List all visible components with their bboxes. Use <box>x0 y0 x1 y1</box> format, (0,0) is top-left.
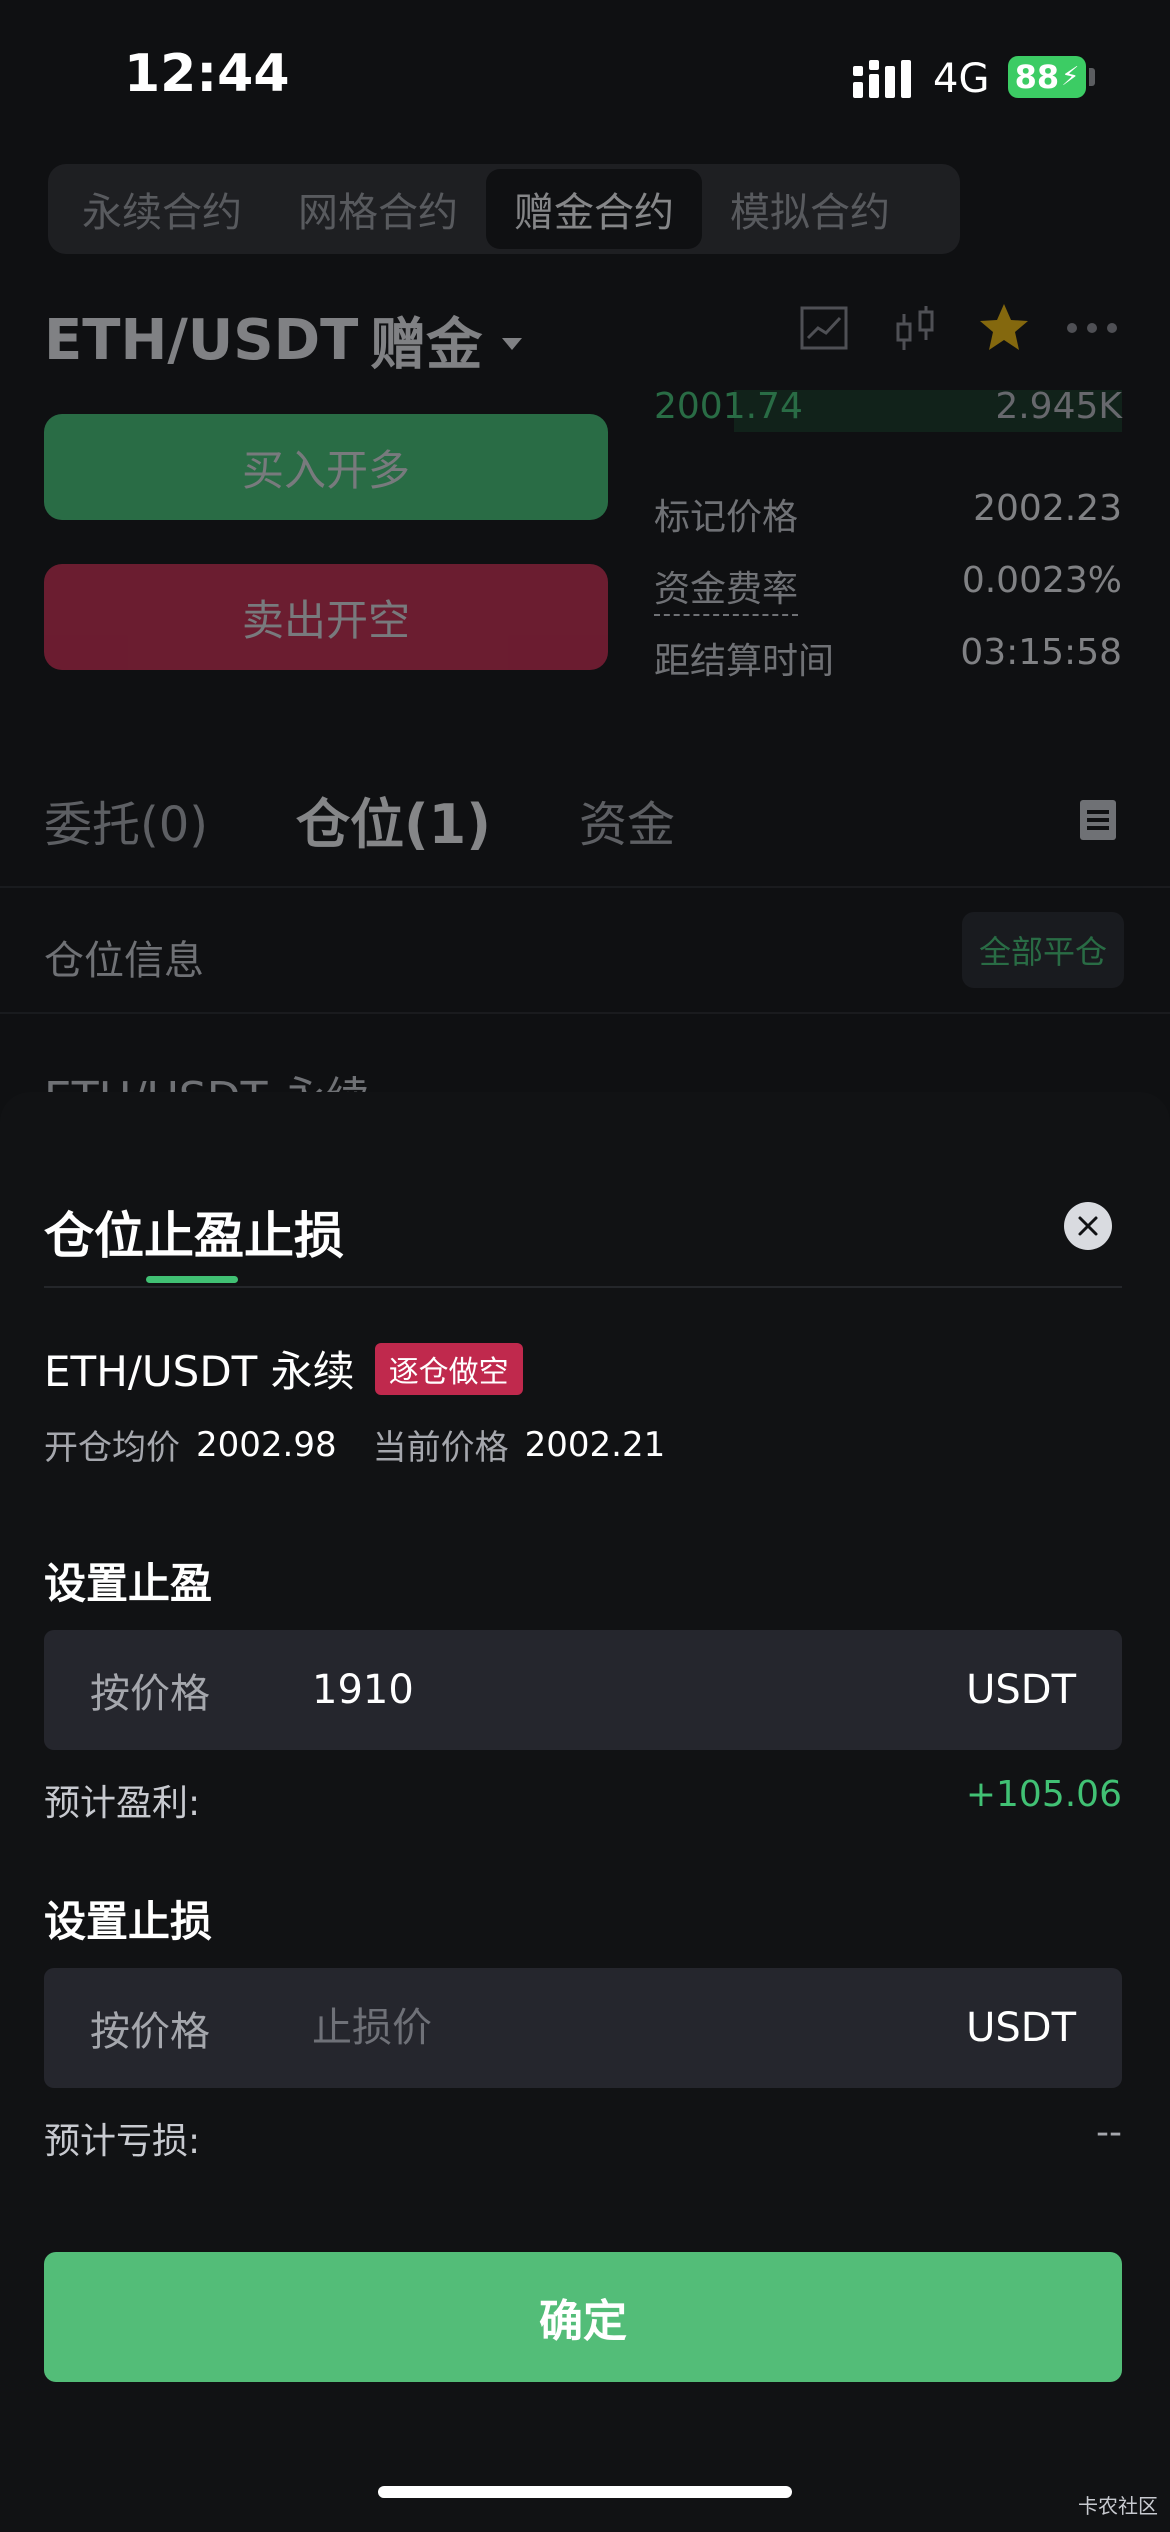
take-profit-mode[interactable]: 按价格 <box>90 1661 310 1719</box>
mode-tab-demo[interactable]: 模拟合约 <box>702 169 918 249</box>
estimated-loss-value: -- <box>1096 2112 1122 2153</box>
section-divider <box>0 886 1170 888</box>
close-all-button[interactable]: 全部平仓 <box>962 912 1124 988</box>
network-type: 4G <box>933 56 990 102</box>
document-icon[interactable] <box>1078 798 1118 842</box>
buy-long-button[interactable]: 买入开多 <box>44 414 608 520</box>
position-header: ETH/USDT 永续 逐仓做空 <box>44 1338 523 1399</box>
take-profit-title: 设置止盈 <box>44 1559 213 1608</box>
section-divider <box>0 1012 1170 1014</box>
orderbook-amount: 2.945K <box>995 386 1122 427</box>
battery-level: 88 <box>1014 58 1060 96</box>
stat-label: 距结算时间 <box>654 641 835 682</box>
background-app: 永续合约 网格合约 赠金合约 模拟合约 ETH/USDT 赠金 买入开多 卖出开… <box>0 150 1170 1124</box>
favorite-star-icon[interactable] <box>976 300 1032 356</box>
confirm-button[interactable]: 确定 <box>44 2252 1122 2382</box>
position-name: ETH/USDT 永续 <box>44 1347 355 1396</box>
tab-assets[interactable]: 资金 <box>579 785 675 855</box>
mode-tab-perpetual[interactable]: 永续合约 <box>54 169 270 249</box>
status-time: 12:44 <box>124 44 290 104</box>
stop-loss-price-input[interactable] <box>310 2004 967 2052</box>
close-button[interactable] <box>1064 1202 1112 1250</box>
mode-tab-grid[interactable]: 网格合约 <box>270 169 486 249</box>
stat-value: 0.0023% <box>961 560 1122 601</box>
orderbook-price: 2001.74 <box>654 386 803 427</box>
battery-nub <box>1089 68 1095 86</box>
title-underline <box>146 1276 238 1283</box>
estimated-profit-label: 预计盈利: <box>44 1783 201 1824</box>
pair-selector[interactable]: ETH/USDT 赠金 <box>44 300 523 381</box>
stat-value: 2002.23 <box>973 488 1122 529</box>
stop-loss-title: 设置止损 <box>44 1897 213 1946</box>
estimated-loss-row: 预计亏损: -- <box>44 2112 1122 2164</box>
position-side-badge: 逐仓做空 <box>374 1342 523 1395</box>
stop-loss-mode[interactable]: 按价格 <box>90 1999 310 2057</box>
candlestick-icon[interactable] <box>888 300 944 356</box>
sheet-title: 仓位止盈止损 <box>44 1207 344 1265</box>
sell-short-button[interactable]: 卖出开空 <box>44 564 608 670</box>
estimated-loss-label: 预计亏损: <box>44 2121 201 2162</box>
estimated-profit-value: +105.06 <box>965 1774 1122 1815</box>
pair-symbol: ETH/USDT <box>44 308 359 373</box>
stat-row-mark-price: 标记价格 2002.23 <box>654 488 1122 540</box>
watermark: 卡农社区 <box>1078 2494 1158 2518</box>
close-icon <box>1078 1216 1098 1236</box>
position-info-label: 仓位信息 <box>44 938 204 984</box>
tp-sl-sheet: 仓位止盈止损 ETH/USDT 永续 逐仓做空 开仓均价 2002.98 当前价… <box>0 1092 1170 2532</box>
mode-tab-bonus[interactable]: 赠金合约 <box>486 169 702 249</box>
open-avg-label: 开仓均价 <box>44 1428 180 1468</box>
stop-loss-unit: USDT <box>966 2005 1076 2051</box>
stat-value: 03:15:58 <box>960 632 1122 673</box>
stat-label: 标记价格 <box>654 497 799 538</box>
stop-loss-field[interactable]: 按价格 USDT <box>44 1968 1122 2088</box>
take-profit-field[interactable]: 按价格 USDT <box>44 1630 1122 1750</box>
tab-positions[interactable]: 仓位(1) <box>296 780 491 859</box>
orders-tabs: 委托(0) 仓位(1) 资金 <box>44 780 675 859</box>
charging-bolt-icon: ⚡ <box>1061 62 1080 92</box>
open-avg-value: 2002.98 <box>196 1424 337 1465</box>
estimated-profit-row: 预计盈利: +105.06 <box>44 1774 1122 1826</box>
stat-label: 资金费率 <box>654 560 799 616</box>
more-icon[interactable] <box>1064 300 1120 356</box>
take-profit-price-input[interactable] <box>310 1666 967 1714</box>
battery-icon: 88 ⚡ <box>1008 56 1086 98</box>
orderbook-top-row: 2001.74 2.945K <box>654 386 1122 427</box>
price-summary: 开仓均价 2002.98 当前价格 2002.21 <box>44 1420 701 1469</box>
tab-orders[interactable]: 委托(0) <box>44 785 208 855</box>
signal-icon <box>853 60 911 98</box>
current-price-value: 2002.21 <box>524 1424 666 1465</box>
line-chart-icon[interactable] <box>796 300 852 356</box>
caret-down-icon <box>502 337 523 350</box>
contract-mode-tabs: 永续合约 网格合约 赠金合约 模拟合约 <box>48 164 960 254</box>
take-profit-unit: USDT <box>966 1667 1076 1713</box>
stat-row-settlement-time: 距结算时间 03:15:58 <box>654 632 1122 684</box>
stat-row-funding-rate[interactable]: 资金费率 0.0023% <box>654 560 1122 616</box>
home-indicator[interactable] <box>378 2486 792 2498</box>
sheet-divider <box>44 1286 1122 1288</box>
current-price-label: 当前价格 <box>372 1428 509 1468</box>
pair-tag: 赠金 <box>370 313 483 378</box>
